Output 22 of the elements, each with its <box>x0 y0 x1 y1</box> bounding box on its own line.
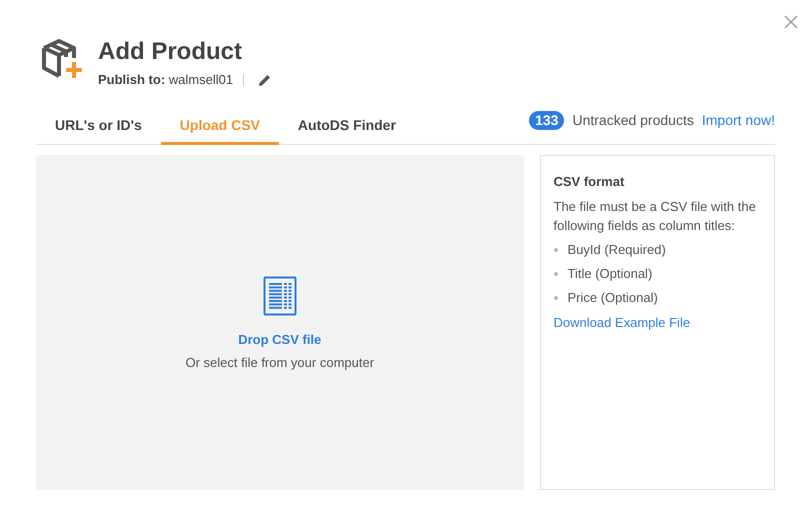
publish-to-text: Publish to: walmsell01 <box>98 71 234 89</box>
import-link[interactable]: Import now! <box>702 110 775 131</box>
field-item: BuyId (Required) <box>568 241 666 259</box>
edit-icon[interactable] <box>258 72 272 87</box>
download-link[interactable]: Download Example File <box>554 313 761 332</box>
dialog-title: Add Product <box>98 38 243 66</box>
panel-description: The file must be a CSV file with the following fields as column titles: <box>554 198 757 235</box>
bullet-icon <box>554 272 558 276</box>
tab[interactable]: AutoDS Finder <box>278 108 415 144</box>
field-item: Price (Optional) <box>568 289 658 307</box>
field-item: Title (Optional) <box>568 265 652 283</box>
spreadsheet-file-icon <box>262 276 297 316</box>
count-badge: 133 <box>529 111 564 130</box>
bullet-icon <box>554 248 558 252</box>
panel-title: CSV format <box>554 172 626 190</box>
drop-zone[interactable]: Drop CSV file Or select file from your computer <box>36 154 524 490</box>
untracked-label: Untracked products <box>572 111 694 130</box>
box-add-icon <box>40 38 84 80</box>
tab[interactable]: URL's or ID's <box>36 108 161 144</box>
drop-title: Drop CSV file <box>238 330 322 349</box>
drop-subtitle: Or select file from your computer <box>185 354 374 372</box>
bullet-icon <box>554 296 558 300</box>
